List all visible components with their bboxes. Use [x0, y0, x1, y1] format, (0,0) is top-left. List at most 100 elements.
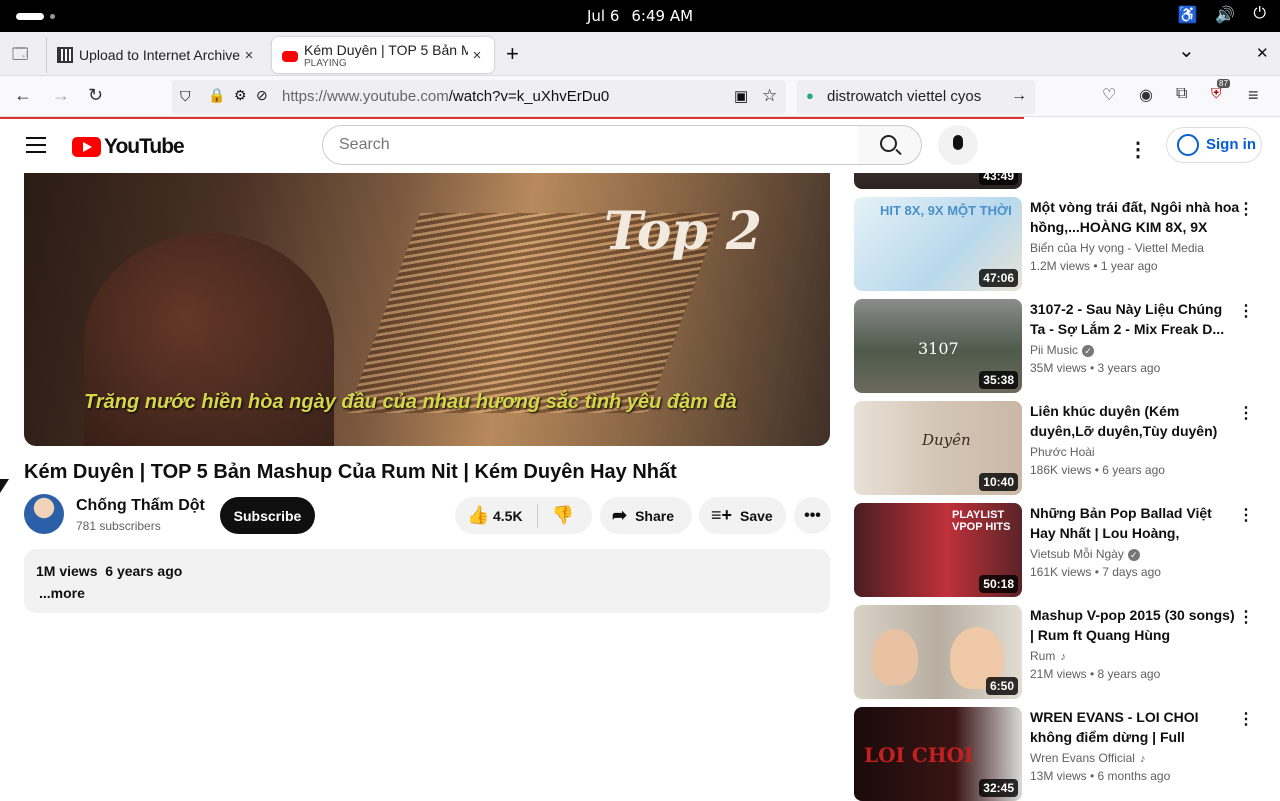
recommendation-channel: Vietsub Mỗi Ngày [1030, 547, 1124, 561]
description-box[interactable]: 1M views 6 years ago ...more [24, 549, 830, 613]
recommendation-meta: 1.2M views • 1 year ago [1030, 259, 1158, 273]
youtube-logo[interactable]: YouTube [72, 135, 185, 159]
tab-title: Upload to Internet Archive [79, 47, 240, 63]
guide-menu-icon[interactable] [26, 137, 46, 158]
youtube-wordmark: YouTube [104, 135, 185, 158]
item-menu-icon[interactable]: ⋮ [1238, 607, 1254, 627]
description-more-link[interactable]: ...more [39, 585, 818, 601]
extensions-icon[interactable]: ⧉ [1176, 85, 1187, 103]
recommendation-channel: Biển của Hy vọng - Viettel Media [1030, 241, 1204, 255]
channel-avatar[interactable] [24, 494, 64, 534]
like-thumb-icon[interactable]: 👍 [467, 505, 493, 526]
settings-kebab-icon[interactable]: ⋮ [1128, 137, 1148, 162]
search-input[interactable]: Search [322, 125, 859, 165]
item-menu-icon[interactable]: ⋮ [1238, 301, 1254, 321]
video-duration: 50:18 [979, 575, 1018, 593]
more-horizontal-icon: ••• [804, 506, 821, 524]
pocket-icon[interactable]: ♡ [1102, 85, 1116, 105]
save-label: Save [740, 507, 773, 524]
recommendation-thumbnail: 43:49 [854, 173, 1022, 189]
thumbnail-caption: HIT 8X, 9X MỘT THỜI [880, 203, 1012, 218]
reader-view-icon[interactable]: ▣ [734, 87, 748, 105]
recommendation-item[interactable]: LOI CHOI 32:45 WREN EVANS - LOI CHOI khô… [854, 707, 1264, 801]
account-circle-icon [1177, 134, 1199, 156]
accessibility-icon[interactable]: ♿ [1178, 5, 1198, 25]
close-window-icon[interactable]: ✕ [1256, 44, 1269, 62]
video-player[interactable]: Top 2 Trăng nước hiền hòa ngày đầu của n… [24, 173, 830, 446]
clock[interactable]: Jul 6 6:49 AM [0, 7, 1280, 25]
recommendation-item[interactable]: Duyên 10:40 Liên khúc duyên (Kém duyên,L… [854, 401, 1264, 495]
recommendation-channel: Phước Hoài [1030, 445, 1095, 459]
thumbnail-caption: PLAYLIST VPOP HITS [952, 509, 1011, 533]
youtube-play-icon [72, 137, 101, 157]
recommendation-item[interactable]: 6:50 Mashup V-pop 2015 (30 songs) | Rum … [854, 605, 1264, 699]
video-overlay-title: Top 2 [604, 201, 763, 262]
upload-age: 6 years ago [105, 563, 183, 579]
autoplay-blocked-icon[interactable]: ⊘ [256, 87, 268, 104]
save-button[interactable]: ≡+ Save [699, 497, 786, 534]
power-icon[interactable]: ⏻ [1253, 5, 1266, 25]
share-button[interactable]: ➦ Share [600, 497, 692, 534]
tab-title: Kém Duyên | TOP 5 Bản Mashup [304, 41, 468, 58]
web-search-bar[interactable]: ● distrowatch viettel cyos → [797, 80, 1035, 114]
thumbnail-caption: 3107 [918, 339, 959, 358]
system-top-bar: Jul 6 6:49 AM ♿ 🔊 ⏻ [0, 0, 1280, 32]
channel-name[interactable]: Chống Thấm Dột [76, 497, 205, 515]
item-menu-icon[interactable]: ⋮ [1238, 199, 1254, 219]
url-bar[interactable]: ⛉ 🔒 ⚙ ⊘ https://www.youtube.com/watch?v=… [172, 80, 786, 114]
more-actions-button[interactable]: ••• [794, 497, 831, 534]
go-arrow-icon[interactable]: → [1011, 87, 1027, 105]
forward-arrow-icon[interactable]: → [52, 85, 70, 106]
dislike-thumb-icon[interactable]: 👎 [552, 505, 574, 526]
ublock-icon[interactable]: ⛨ 87 [1211, 79, 1230, 102]
account-icon[interactable]: ◉ [1139, 85, 1153, 105]
lock-icon[interactable]: 🔒 [208, 87, 225, 104]
recommendation-meta: 186K views • 6 years ago [1030, 463, 1165, 477]
sign-in-label: Sign in [1206, 136, 1256, 153]
tab-upload-archive[interactable]: Upload to Internet Archive × [46, 37, 266, 73]
recommendation-item[interactable]: 3107 35:38 3107-2 - Sau Này Liệu Chúng T… [854, 299, 1264, 393]
shield-icon[interactable]: ⛉ [180, 88, 191, 105]
clock-date: Jul 6 [586, 7, 620, 25]
recommendation-item[interactable]: HIT 8X, 9X MỘT THỜI 47:06 Một vòng trái … [854, 197, 1264, 291]
recommendation-meta: 35M views • 3 years ago [1030, 361, 1161, 375]
new-tab-button[interactable]: + [506, 41, 519, 67]
thumbnail-caption: Duyên [922, 431, 971, 449]
tab-overview-icon[interactable]: 🗔 [12, 44, 28, 69]
url-text[interactable]: https://www.youtube.com/watch?v=k_uXhvEr… [282, 88, 609, 105]
ublock-badge: 87 [1217, 79, 1230, 88]
recommendation-partial[interactable]: 43:49 [854, 173, 1264, 189]
recommendation-meta: 21M views • 8 years ago [1030, 667, 1161, 681]
back-arrow-icon[interactable]: ← [14, 85, 32, 106]
bookmark-star-icon[interactable]: ☆ [762, 86, 777, 106]
search-button[interactable] [858, 125, 922, 165]
browser-nav-bar: ← → ↻ ⛉ 🔒 ⚙ ⊘ https://www.youtube.com/wa… [0, 76, 1280, 117]
item-menu-icon[interactable]: ⋮ [1238, 505, 1254, 525]
like-dislike-group: 👍 4.5K 👎 [455, 497, 592, 534]
subscribe-button[interactable]: Subscribe [220, 497, 315, 534]
archive-icon [57, 47, 73, 63]
menu-icon[interactable]: ≡ [1248, 85, 1259, 106]
list-all-tabs-icon[interactable]: ⌄ [1178, 38, 1195, 63]
like-count[interactable]: 4.5K [493, 508, 523, 524]
recommendation-thumbnail: LOI CHOI 32:45 [854, 707, 1022, 801]
search-bar-text: distrowatch viettel cyos [827, 88, 982, 105]
voice-search-button[interactable] [938, 125, 978, 165]
video-title: Kém Duyên | TOP 5 Bản Mashup Của Rum Nit… [24, 461, 677, 483]
sign-in-button[interactable]: Sign in [1166, 127, 1262, 163]
subscriber-count: 781 subscribers [76, 519, 161, 533]
reload-icon[interactable]: ↻ [88, 85, 103, 106]
like-divider [536, 503, 538, 528]
tab-youtube-video[interactable]: Kém Duyên | TOP 5 Bản Mashup PLAYING × [272, 37, 494, 73]
browser-tab-bar: 🗔 Upload to Internet Archive × Kém Duyên… [0, 32, 1280, 76]
permissions-icon[interactable]: ⚙ [234, 87, 247, 104]
close-tab-icon[interactable]: × [468, 47, 486, 64]
recommendation-item[interactable]: PLAYLIST VPOP HITS 50:18 Những Bản Pop B… [854, 503, 1264, 597]
tab-playing-label: PLAYING [304, 57, 347, 69]
recommendation-channel: Wren Evans Official [1030, 751, 1135, 765]
volume-icon[interactable]: 🔊 [1215, 5, 1235, 25]
item-menu-icon[interactable]: ⋮ [1238, 403, 1254, 423]
close-tab-icon[interactable]: × [240, 47, 258, 64]
item-menu-icon[interactable]: ⋮ [1238, 709, 1254, 729]
recommendation-meta: 161K views • 7 days ago [1030, 565, 1161, 579]
